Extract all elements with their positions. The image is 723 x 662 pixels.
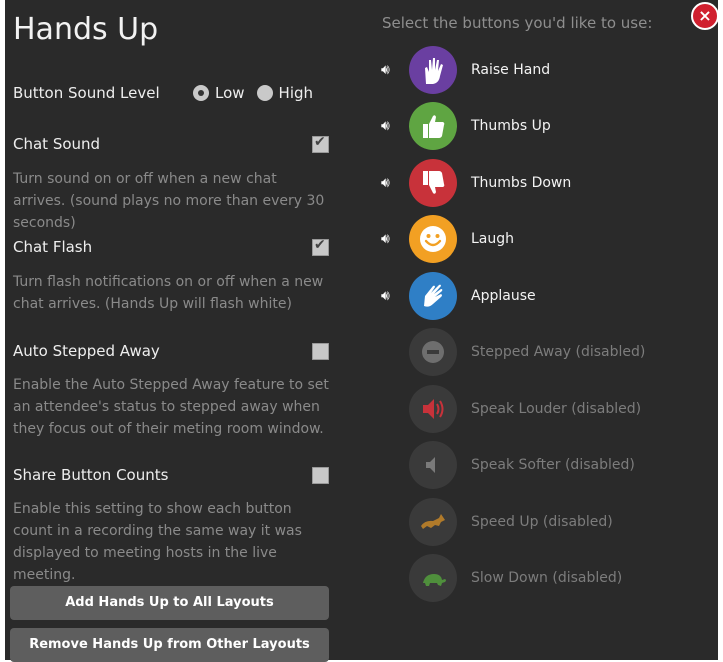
sound-level-label: Button Sound Level bbox=[13, 84, 160, 102]
share-button-counts-checkbox[interactable] bbox=[312, 467, 329, 484]
close-button[interactable]: × bbox=[691, 2, 719, 30]
thumbs-down-icon[interactable] bbox=[409, 159, 457, 207]
slow-down-icon bbox=[409, 554, 457, 602]
button-row-raise-hand[interactable]: 🔊︎ Raise Hand bbox=[381, 45, 550, 95]
speaker-icon[interactable]: 🔊︎ bbox=[381, 229, 401, 249]
slow-down-label: Slow Down (disabled) bbox=[471, 570, 623, 586]
laugh-label[interactable]: Laugh bbox=[471, 231, 514, 247]
share-button-counts-label: Share Button Counts bbox=[13, 466, 169, 484]
speed-up-icon bbox=[409, 498, 457, 546]
speak-softer-label: Speak Softer (disabled) bbox=[471, 457, 635, 473]
chat-sound-description: Turn sound on or off when a new chat arr… bbox=[13, 171, 325, 231]
speaker-icon[interactable]: 🔊︎ bbox=[381, 173, 401, 193]
auto-stepped-away-checkbox[interactable] bbox=[312, 343, 329, 360]
chat-flash-description: Turn flash notifications on or off when … bbox=[13, 274, 324, 312]
applause-icon[interactable] bbox=[409, 272, 457, 320]
speaker-icon[interactable]: 🔊︎ bbox=[381, 60, 401, 80]
button-row-thumbs-down[interactable]: 🔊︎ Thumbs Down bbox=[381, 158, 571, 208]
auto-stepped-away-label: Auto Stepped Away bbox=[13, 342, 160, 360]
sound-low-label[interactable]: Low bbox=[215, 84, 245, 102]
speed-up-label: Speed Up (disabled) bbox=[471, 514, 613, 530]
sound-level-radio-group: Low High bbox=[193, 84, 325, 102]
chat-flash-label: Chat Flash bbox=[13, 238, 93, 256]
button-row-laugh[interactable]: 🔊︎ Laugh bbox=[381, 214, 514, 264]
button-selection-heading: Select the buttons you'd like to use: bbox=[382, 14, 653, 32]
button-row-slow-down: 🔊︎ Slow Down (disabled) bbox=[381, 553, 622, 603]
speaker-icon[interactable]: 🔊︎ bbox=[381, 116, 401, 136]
sound-high-label[interactable]: High bbox=[279, 84, 313, 102]
raise-hand-icon[interactable] bbox=[409, 46, 457, 94]
applause-label[interactable]: Applause bbox=[471, 288, 536, 304]
page-title: Hands Up bbox=[13, 12, 159, 47]
speak-louder-label: Speak Louder (disabled) bbox=[471, 401, 642, 417]
button-row-speak-softer: 🔊︎ Speak Softer (disabled) bbox=[381, 440, 635, 490]
thumbs-up-icon[interactable] bbox=[409, 102, 457, 150]
stepped-away-icon bbox=[409, 328, 457, 376]
chat-flash-checkbox[interactable] bbox=[312, 237, 329, 256]
button-row-thumbs-up[interactable]: 🔊︎ Thumbs Up bbox=[381, 101, 551, 151]
speak-softer-icon bbox=[409, 441, 457, 489]
thumbs-up-label[interactable]: Thumbs Up bbox=[471, 118, 551, 134]
raise-hand-label[interactable]: Raise Hand bbox=[471, 62, 550, 78]
share-button-counts-description: Enable this setting to show each button … bbox=[13, 501, 302, 583]
chat-sound-checkbox[interactable] bbox=[312, 134, 329, 153]
stepped-away-label: Stepped Away (disabled) bbox=[471, 344, 646, 360]
auto-stepped-away-description: Enable the Auto Stepped Away feature to … bbox=[13, 377, 329, 437]
speak-louder-icon bbox=[409, 385, 457, 433]
button-row-speak-louder: 🔊︎ Speak Louder (disabled) bbox=[381, 384, 641, 434]
remove-from-other-layouts-button[interactable]: Remove Hands Up from Other Layouts bbox=[10, 628, 329, 662]
thumbs-down-label[interactable]: Thumbs Down bbox=[471, 175, 571, 191]
button-row-applause[interactable]: 🔊︎ Applause bbox=[381, 271, 536, 321]
speaker-icon[interactable]: 🔊︎ bbox=[381, 286, 401, 306]
chat-sound-label: Chat Sound bbox=[13, 135, 101, 153]
laugh-icon[interactable] bbox=[409, 215, 457, 263]
add-to-all-layouts-button[interactable]: Add Hands Up to All Layouts bbox=[10, 586, 329, 620]
button-row-speed-up: 🔊︎ Speed Up (disabled) bbox=[381, 497, 613, 547]
sound-low-radio[interactable] bbox=[193, 85, 209, 101]
sound-high-radio[interactable] bbox=[256, 85, 273, 101]
button-row-stepped-away: 🔊︎ Stepped Away (disabled) bbox=[381, 327, 645, 377]
